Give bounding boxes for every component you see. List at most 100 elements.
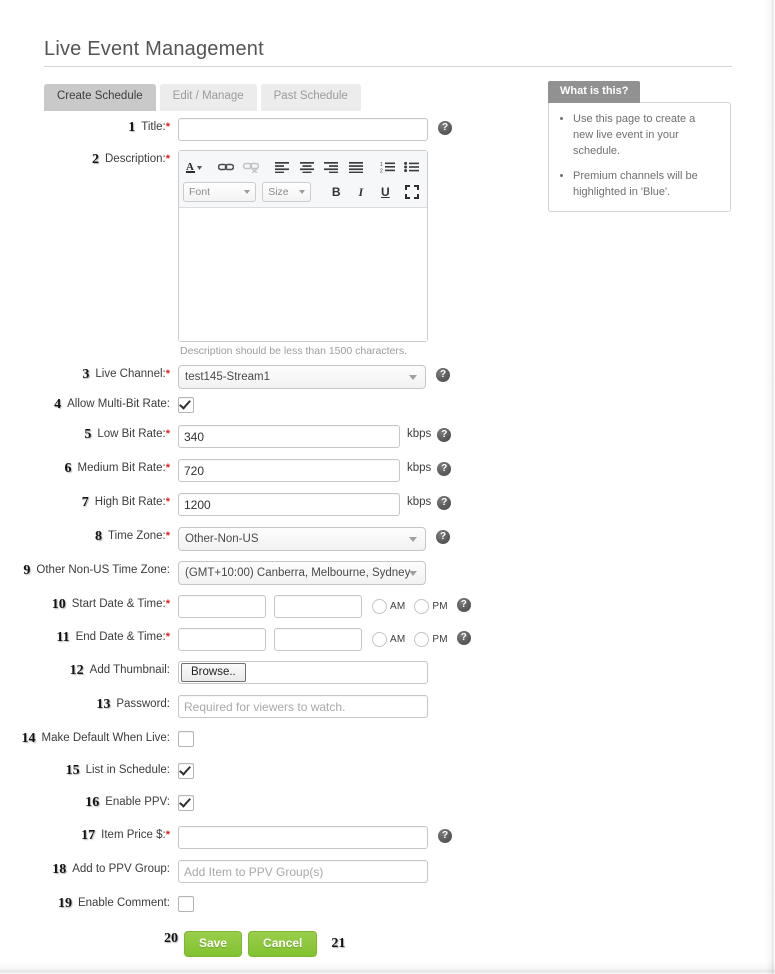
bullet-list-icon[interactable] — [401, 156, 423, 178]
live-channel-value: test145-Stream1 — [185, 371, 271, 383]
start-pm-radio[interactable] — [414, 599, 430, 614]
end-date-input[interactable] — [178, 628, 266, 651]
label-title: Title:* — [141, 121, 170, 133]
help-icon-live-channel[interactable]: ? — [436, 368, 450, 382]
italic-button[interactable]: I — [352, 182, 371, 202]
start-date-input[interactable] — [178, 595, 266, 618]
form-row-end-date-time: 11 End Date & Time:* AM PM ? — [0, 628, 500, 651]
save-button[interactable]: Save — [184, 931, 243, 958]
start-am-radio[interactable] — [372, 599, 387, 614]
high-bit-rate-input[interactable] — [178, 493, 400, 516]
label-end-date-time: End Date & Time:* — [75, 631, 170, 643]
form-row-high-bit-rate: 7 High Bit Rate:* kbps ? — [0, 493, 500, 516]
font-size-value: Size — [268, 186, 289, 198]
help-icon-item-price[interactable]: ? — [438, 829, 452, 843]
start-pm-label: PM — [432, 601, 448, 612]
required-marker: * — [165, 153, 170, 165]
what-is-this-header: What is this? — [548, 81, 641, 104]
form-row-enable-comment: 19 Enable Comment: — [0, 894, 500, 915]
help-icon-low-bit-rate[interactable]: ? — [437, 428, 452, 442]
live-channel-select[interactable]: test145-Stream1 — [178, 365, 426, 389]
thumbnail-file-field[interactable]: Browse.. — [178, 661, 428, 684]
underline-button[interactable]: U — [376, 182, 395, 202]
font-family-dropdown[interactable]: Font — [183, 182, 257, 202]
browse-button[interactable]: Browse.. — [181, 663, 246, 683]
label-enable-comment: Enable Comment: — [77, 897, 170, 909]
what-is-this-bullet: Premium channels will be highlighted in … — [573, 169, 718, 201]
align-justify-icon[interactable] — [344, 156, 366, 178]
text-color-icon[interactable]: A — [183, 156, 205, 178]
required-marker: * — [165, 121, 170, 133]
page-edge-shadow-bottom — [0, 962, 775, 974]
other-time-zone-select[interactable]: (GMT+10:00) Canberra, Melbourne, Sydney — [178, 561, 426, 585]
tab-create-schedule[interactable]: Create Schedule — [44, 84, 156, 111]
label-low-bit-rate: Low Bit Rate:* — [97, 428, 170, 440]
end-pm-radio[interactable] — [414, 632, 430, 647]
time-zone-select[interactable]: Other-Non-US — [178, 527, 426, 551]
start-time-input[interactable] — [274, 595, 362, 618]
item-price-input[interactable] — [178, 826, 428, 849]
label-list-in-schedule: List in Schedule: — [85, 764, 170, 776]
form-row-title: 1 Title:* ? — [0, 118, 500, 141]
bold-button[interactable]: B — [327, 182, 346, 202]
callout-number-13: 13 — [96, 697, 111, 712]
label-allow-multibit: Allow Multi-Bit Rate: — [67, 398, 170, 410]
editor-toolbar-row-1: A 1 2 — [183, 156, 423, 178]
numbered-list-icon[interactable]: 1 2 — [376, 156, 398, 178]
callout-number-3: 3 — [82, 367, 90, 382]
page-title: Live Event Management — [44, 38, 264, 60]
label-start-date-time: Start Date & Time:* — [71, 598, 170, 610]
unlink-icon[interactable] — [239, 156, 261, 178]
align-left-icon[interactable] — [271, 156, 293, 178]
align-right-icon[interactable] — [320, 156, 342, 178]
help-icon-high-bit-rate[interactable]: ? — [437, 496, 452, 510]
help-icon-time-zone[interactable]: ? — [436, 530, 450, 544]
fullscreen-icon[interactable] — [401, 181, 423, 203]
allow-multibit-checkbox[interactable] — [178, 397, 194, 413]
password-input[interactable] — [178, 695, 428, 718]
title-input[interactable] — [178, 118, 428, 141]
required-marker: * — [165, 368, 170, 380]
font-family-value: Font — [189, 186, 211, 198]
callout-number-7: 7 — [81, 495, 89, 510]
cancel-button[interactable]: Cancel — [248, 931, 318, 958]
callout-number-15: 15 — [65, 763, 80, 778]
end-time-input[interactable] — [274, 628, 362, 651]
other-time-zone-value: (GMT+10:00) Canberra, Melbourne, Sydney — [185, 567, 411, 579]
link-icon[interactable] — [215, 156, 237, 178]
time-zone-value: Other-Non-US — [185, 533, 259, 545]
editor-toolbar-row-2: Font Size B I U — [183, 181, 423, 203]
tab-create-schedule-label: Create Schedule — [57, 90, 143, 102]
callout-number-16: 16 — [85, 795, 100, 810]
end-am-radio[interactable] — [372, 632, 387, 647]
tab-edit-manage[interactable]: Edit / Manage — [159, 84, 257, 111]
form-row-item-price: 17 Item Price $:* ? — [0, 826, 500, 849]
make-default-when-live-checkbox[interactable] — [178, 731, 194, 747]
page-edge-shadow-right — [765, 0, 775, 974]
live-event-form: 1 Title:* ? 2 Description:* A 1 2 Font S… — [0, 118, 500, 958]
align-center-icon[interactable] — [296, 156, 318, 178]
medium-bit-rate-input[interactable] — [178, 459, 400, 482]
required-marker: * — [165, 598, 170, 610]
description-textarea[interactable] — [179, 208, 427, 341]
low-bit-rate-input[interactable] — [178, 425, 400, 448]
add-to-ppv-group-input[interactable] — [178, 860, 428, 883]
help-icon-start-date-time[interactable]: ? — [456, 598, 471, 612]
callout-number-10: 10 — [51, 597, 66, 612]
label-enable-ppv: Enable PPV: — [105, 796, 170, 808]
label-item-price: Item Price $:* — [101, 829, 170, 841]
label-time-zone: Time Zone:* — [107, 530, 170, 542]
label-other-time-zone: Other Non-US Time Zone: — [36, 564, 170, 576]
font-size-dropdown[interactable]: Size — [262, 182, 312, 202]
help-icon-title[interactable]: ? — [438, 121, 452, 135]
callout-number-11: 11 — [56, 630, 70, 645]
form-row-description: 2 Description:* A 1 2 Font Size B I U De… — [0, 150, 500, 357]
chevron-down-icon — [244, 190, 251, 194]
enable-comment-checkbox[interactable] — [178, 896, 194, 912]
list-in-schedule-checkbox[interactable] — [178, 763, 194, 779]
enable-ppv-checkbox[interactable] — [178, 795, 194, 811]
chevron-down-icon — [299, 190, 306, 194]
help-icon-end-date-time[interactable]: ? — [456, 631, 471, 645]
tab-past-schedule[interactable]: Past Schedule — [260, 84, 361, 111]
help-icon-medium-bit-rate[interactable]: ? — [437, 462, 452, 476]
